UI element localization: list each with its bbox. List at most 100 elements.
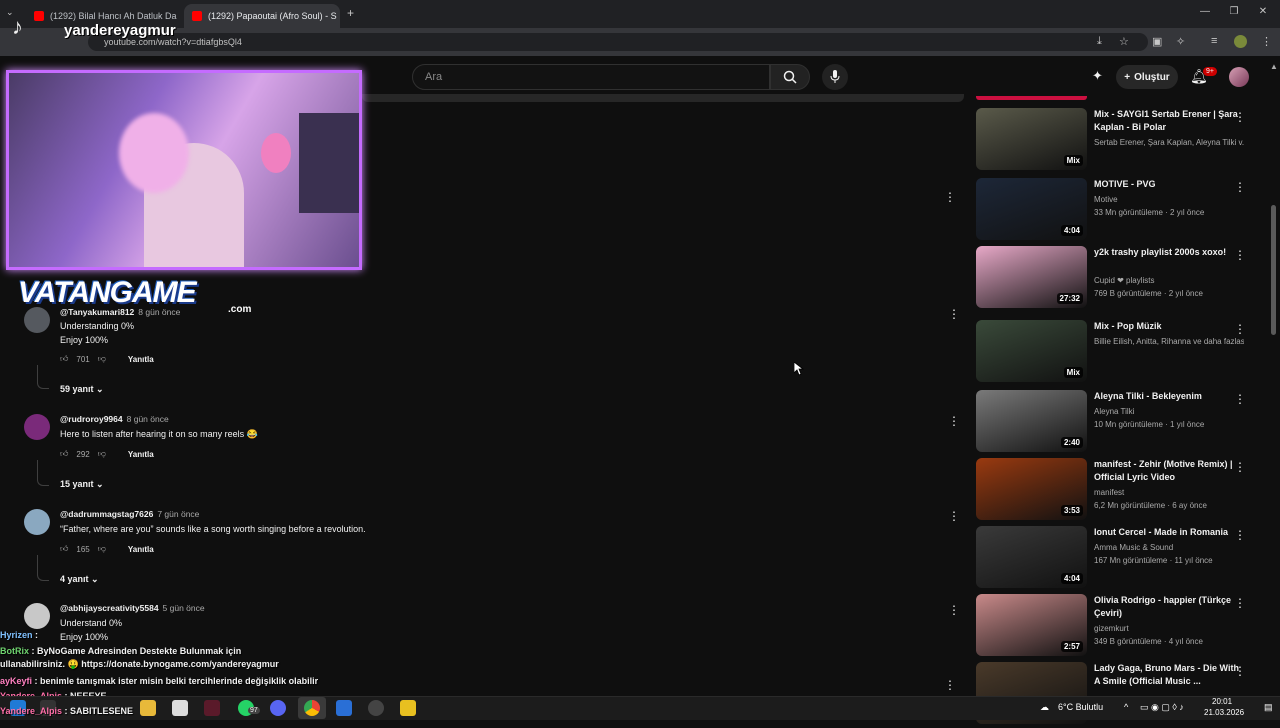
recommended-video[interactable]: Mix Mix - Pop Müzik Billie Eilish, Anitta,…	[976, 320, 1266, 386]
menu-kebab-icon[interactable]: ⋮	[1261, 35, 1272, 48]
address-bar[interactable]: youtube.com/watch?v=dtiafgbsQl4	[88, 33, 1148, 51]
like-icon[interactable]: 👍︎	[60, 449, 68, 459]
video-thumbnail[interactable]: Mix	[976, 108, 1087, 170]
comment-author[interactable]: @rudroroy9964 8 gün önce	[60, 414, 169, 424]
video-kebab-icon[interactable]: ⋮	[1234, 180, 1246, 194]
profile-avatar[interactable]	[1234, 35, 1247, 48]
clock-time[interactable]: 20:01	[1212, 697, 1232, 706]
comment-kebab-icon[interactable]: ⋮	[948, 414, 960, 428]
video-kebab-icon[interactable]: ⋮	[1234, 322, 1246, 336]
app-icon[interactable]	[204, 700, 220, 716]
channel-name[interactable]: Cupid ❤ playlists	[1094, 274, 1244, 287]
reading-list-icon[interactable]: ≡	[1211, 35, 1217, 47]
search-button[interactable]	[770, 64, 810, 90]
commenter-avatar[interactable]	[24, 603, 50, 629]
weather-icon[interactable]: ☁︎	[1040, 702, 1049, 713]
notification-center-icon[interactable]: ▤	[1264, 702, 1273, 713]
video-title[interactable]: MOTIVE - PVG	[1094, 178, 1244, 191]
obs-icon[interactable]	[368, 700, 384, 716]
app-icon[interactable]	[400, 700, 416, 716]
video-kebab-icon[interactable]: ⋮	[1234, 392, 1246, 406]
bookmark-star-icon[interactable]: ☆	[1119, 35, 1129, 48]
comment-time[interactable]: 7 gün önce	[157, 509, 199, 519]
recommended-video[interactable]: 27:32 y2k trashy playlist 2000s xoxo! Cupi…	[976, 246, 1266, 312]
video-kebab-icon[interactable]: ⋮	[1234, 664, 1246, 678]
comment-time[interactable]: 5 gün önce	[163, 603, 205, 613]
extension-icon[interactable]: ▣	[1152, 35, 1162, 48]
voice-search-button[interactable]	[822, 64, 848, 90]
video-thumbnail[interactable]: Mix	[976, 320, 1087, 382]
comment-kebab-icon[interactable]: ⋮	[948, 307, 960, 321]
comment-time[interactable]: 8 gün önce	[127, 414, 169, 424]
file-explorer-icon[interactable]	[140, 700, 156, 716]
discord-icon[interactable]	[270, 700, 286, 716]
video-thumbnail[interactable]: 3:53	[976, 458, 1087, 520]
channel-name[interactable]: Aleyna Tilki	[1094, 405, 1244, 418]
commenter-avatar[interactable]	[24, 414, 50, 440]
notepad-icon[interactable]	[172, 700, 188, 716]
video-title[interactable]: y2k trashy playlist 2000s xoxo!	[1094, 246, 1244, 259]
recommended-video[interactable]: 3:53 manifest - Zehir (Motive Remix) | Of…	[976, 458, 1266, 524]
video-thumbnail[interactable]: 27:32	[976, 246, 1087, 308]
recommended-video[interactable]: 2:40 Aleyna Tilki - Bekleyenim Aleyna Tilk…	[976, 390, 1266, 456]
like-icon[interactable]: 👍︎	[60, 544, 68, 554]
channel-name[interactable]: Motive	[1094, 193, 1244, 206]
channel-name[interactable]: Billie Eilish, Anitta, Rihanna ve daha f…	[1094, 335, 1244, 348]
create-button[interactable]: + Oluştur	[1116, 65, 1178, 89]
channel-name[interactable]: gizemkurt	[1094, 622, 1244, 635]
show-replies-button[interactable]: 15 yanıt ⌄	[60, 479, 104, 490]
restore-icon[interactable]: ❐	[1219, 6, 1249, 17]
video-thumbnail[interactable]: 2:40	[976, 390, 1087, 452]
dislike-icon[interactable]: 👎︎	[98, 544, 106, 554]
video-title[interactable]: manifest - Zehir (Motive Remix) | Offici…	[1094, 458, 1244, 484]
account-avatar[interactable]	[1229, 67, 1249, 87]
video-thumbnail[interactable]: 4:04	[976, 178, 1087, 240]
comment-kebab-icon[interactable]: ⋮	[948, 509, 960, 523]
dislike-icon[interactable]: 👎︎	[98, 354, 106, 364]
scroll-up-icon[interactable]: ▲	[1270, 62, 1278, 71]
ai-sparkle-icon[interactable]: ✦	[1092, 68, 1103, 84]
comment-author[interactable]: @abhijayscreativity5584 5 gün önce	[60, 603, 205, 613]
weather-text[interactable]: 6°C Bulutlu	[1058, 702, 1103, 712]
video-title[interactable]: Olivia Rodrigo - happier (Türkçe Çeviri)	[1094, 594, 1244, 620]
video-title[interactable]: Ionut Cercel - Made in Romania	[1094, 526, 1244, 539]
video-kebab-icon[interactable]: ⋮	[1234, 110, 1246, 124]
comment-kebab-icon[interactable]: ⋮	[944, 678, 956, 692]
chrome-icon[interactable]	[304, 700, 320, 716]
clock-date[interactable]: 21.03.2026	[1204, 708, 1244, 717]
show-replies-button[interactable]: 4 yanıt ⌄	[60, 574, 99, 585]
close-window-icon[interactable]: ✕	[1248, 6, 1278, 17]
comment-author[interactable]: @dadrummagstag7626 7 gün önce	[60, 509, 199, 519]
commenter-avatar[interactable]	[24, 509, 50, 535]
comment-kebab-icon[interactable]: ⋮	[948, 603, 960, 617]
scrollbar-thumb[interactable]	[1271, 205, 1276, 335]
search-input[interactable]: Ara	[412, 64, 770, 90]
recommended-video[interactable]: 2:57 Olivia Rodrigo - happier (Türkçe Çev…	[976, 594, 1266, 660]
show-replies-button[interactable]: 59 yanıt ⌄	[60, 384, 104, 395]
video-title[interactable]: Lady Gaga, Bruno Mars - Die With A Smile…	[1094, 662, 1244, 688]
tab-2[interactable]: (1292) Papaoutai (Afro Soul) - S ✕	[184, 4, 340, 28]
recommended-video[interactable]: 4:04 Ionut Cercel - Made in Romania Amma M…	[976, 526, 1266, 592]
tray-icons[interactable]: ▭ ◉ ▢ ◊ ♪	[1140, 702, 1184, 713]
commenter-avatar[interactable]	[24, 307, 50, 333]
channel-name[interactable]: manifest	[1094, 486, 1244, 499]
app-icon[interactable]	[336, 700, 352, 716]
new-tab-icon[interactable]: +	[347, 6, 354, 20]
puzzle-icon[interactable]: ✧	[1176, 35, 1185, 48]
video-title[interactable]: Mix - Pop Müzik	[1094, 320, 1244, 333]
install-icon[interactable]: ⤓	[1097, 35, 1102, 48]
like-icon[interactable]: 👍︎	[60, 354, 68, 364]
video-thumbnail[interactable]: 4:04	[976, 526, 1087, 588]
reply-button[interactable]: Yanıtla	[128, 545, 154, 554]
minimize-icon[interactable]: —	[1190, 6, 1220, 17]
video-title[interactable]: Mix - SAYGI1 Sertab Erener | Şara Kaplan…	[1094, 108, 1244, 134]
dislike-icon[interactable]: 👎︎	[98, 449, 106, 459]
video-kebab-icon[interactable]: ⋮	[944, 190, 956, 204]
recommended-video[interactable]: 4:04 MOTIVE - PVG Motive 33 Mn görüntüleme …	[976, 178, 1266, 244]
video-kebab-icon[interactable]: ⋮	[1234, 248, 1246, 262]
recommended-video[interactable]: Mix Mix - SAYGI1 Sertab Erener | Şara Kap…	[976, 108, 1266, 174]
video-kebab-icon[interactable]: ⋮	[1234, 460, 1246, 474]
video-title[interactable]: Aleyna Tilki - Bekleyenim	[1094, 390, 1244, 403]
video-thumbnail[interactable]: 2:57	[976, 594, 1087, 656]
channel-name[interactable]: Sertab Erener, Şara Kaplan, Aleyna Tilki…	[1094, 136, 1244, 149]
